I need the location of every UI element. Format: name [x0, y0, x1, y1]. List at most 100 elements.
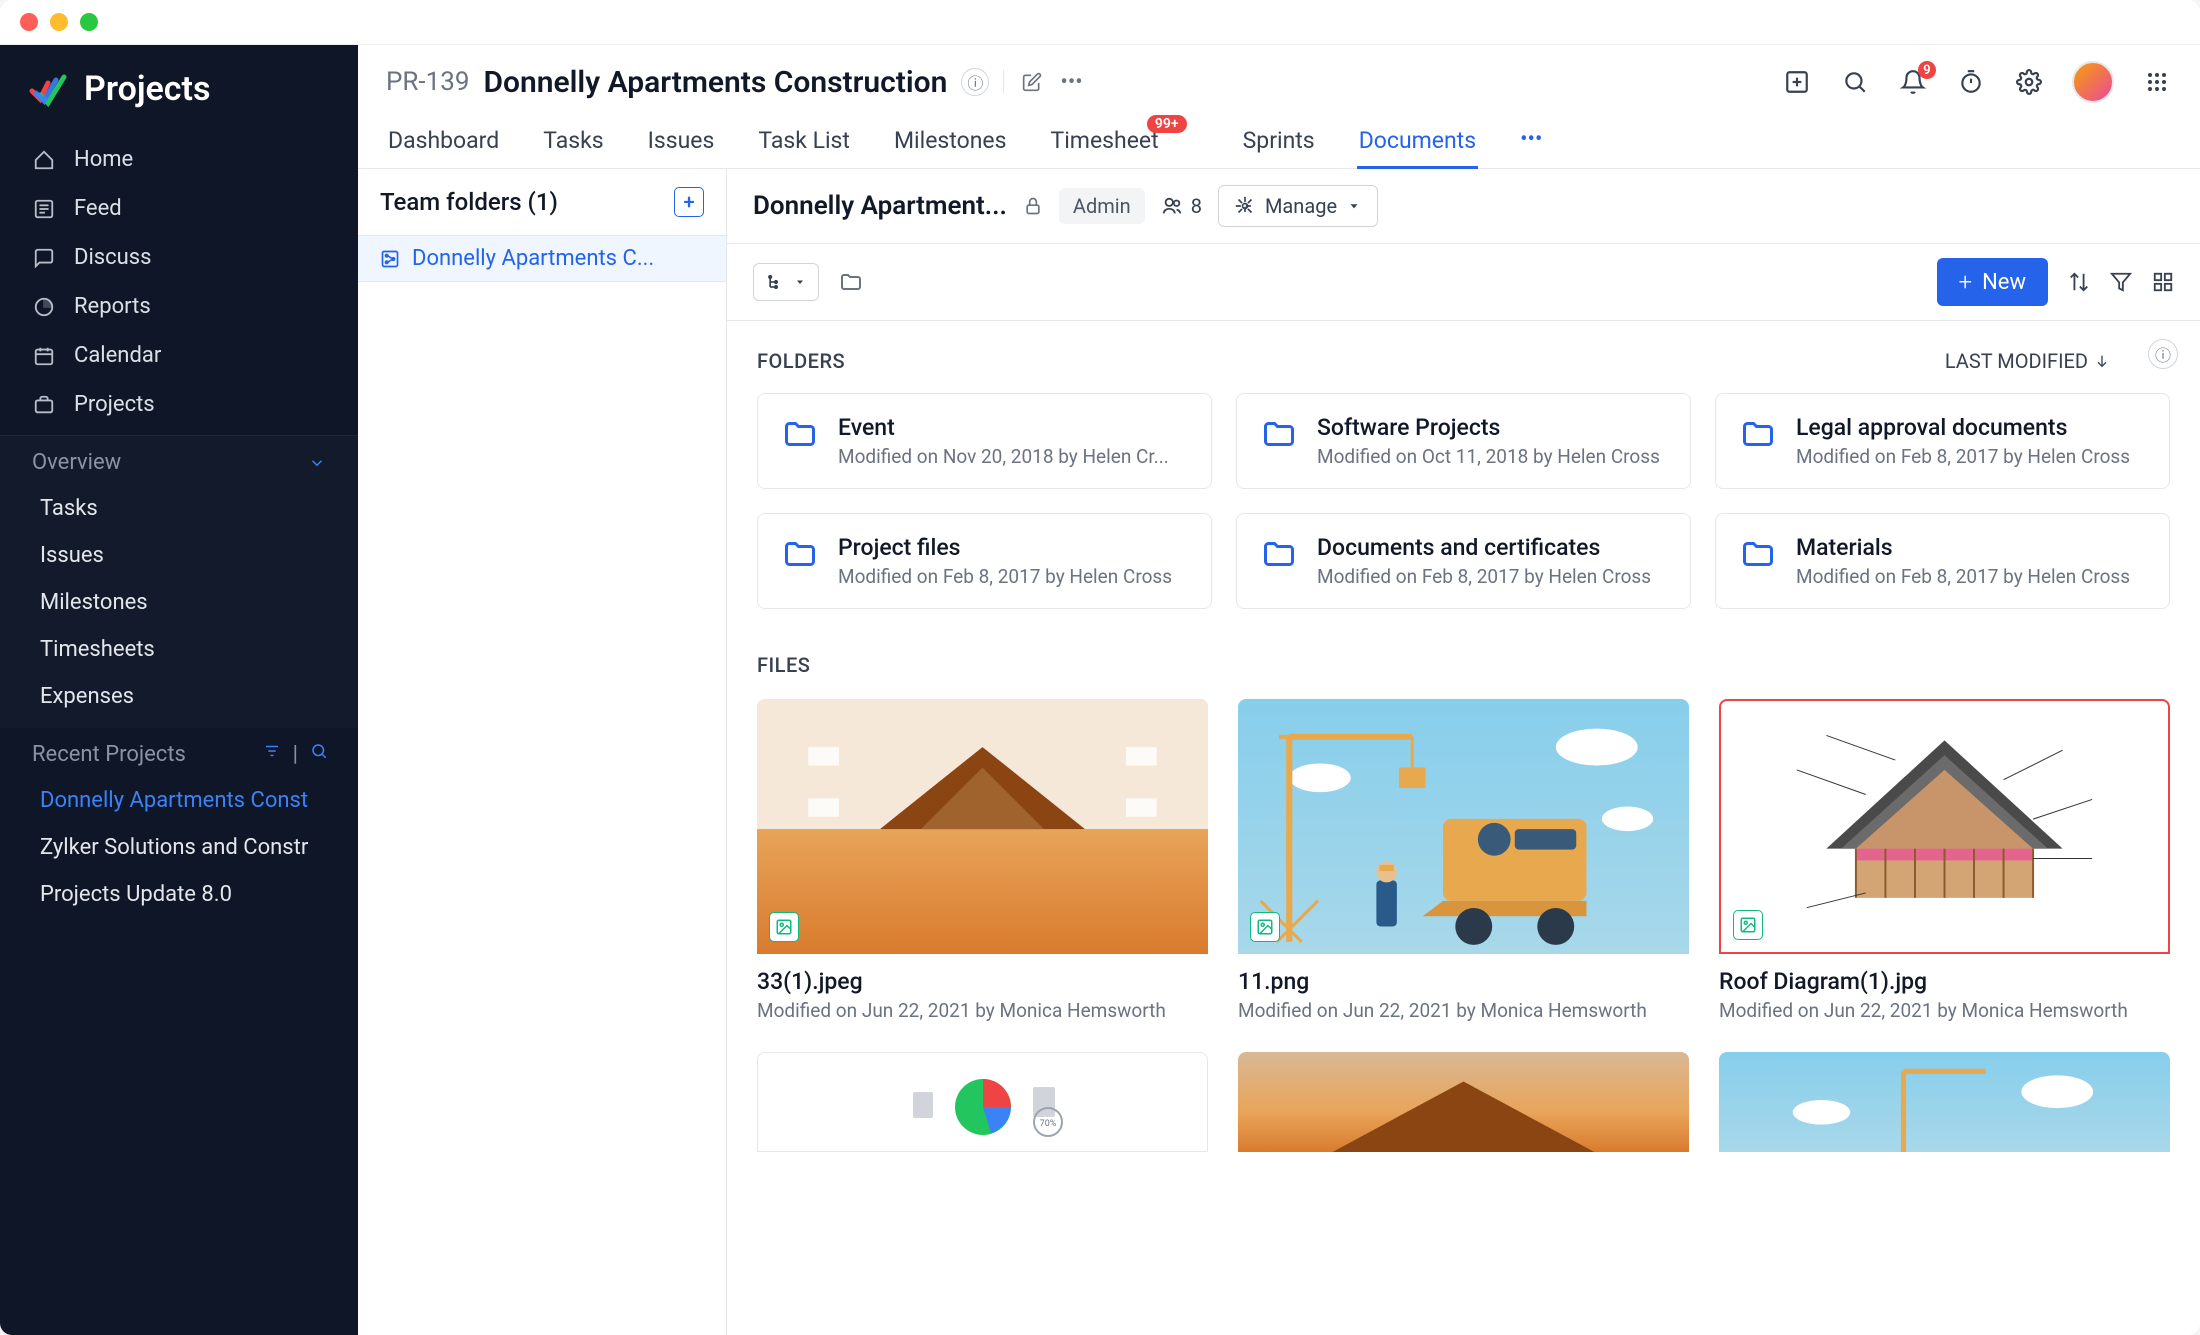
overview-expenses[interactable]: Expenses: [0, 673, 358, 720]
tab-timesheet[interactable]: Timesheet99+: [1048, 117, 1160, 168]
file-card[interactable]: [1719, 1052, 2170, 1152]
project-title: Donnelly Apartments Construction: [483, 65, 947, 100]
window-minimize[interactable]: [50, 13, 68, 31]
file-name: 11.png: [1238, 968, 1689, 995]
notifications-badge: 9: [1918, 61, 1936, 79]
overview-section-header[interactable]: Overview: [0, 436, 358, 485]
more-options[interactable]: •••: [1060, 70, 1082, 95]
file-name: 33(1).jpeg: [757, 968, 1208, 995]
folder-icon: [780, 534, 820, 574]
folder-name: Software Projects: [1317, 414, 1668, 441]
folder-view-icon[interactable]: [839, 270, 863, 294]
add-folder-button[interactable]: +: [674, 187, 704, 217]
folder-card[interactable]: Software ProjectsModified on Oct 11, 201…: [1236, 393, 1691, 489]
add-icon[interactable]: [1782, 67, 1812, 97]
overview-issues[interactable]: Issues: [0, 532, 358, 579]
grid-view-icon[interactable]: [2152, 271, 2174, 293]
tab-sprints[interactable]: Sprints: [1241, 117, 1317, 168]
briefcase-icon: [32, 393, 56, 417]
team-folders-label: Team folders (1): [380, 188, 558, 216]
file-card[interactable]: 70%: [757, 1052, 1208, 1152]
titlebar: [0, 0, 2200, 45]
logo-icon: [26, 67, 70, 111]
overview-tasks[interactable]: Tasks: [0, 485, 358, 532]
nav-feed[interactable]: Feed: [0, 184, 358, 233]
new-button[interactable]: +New: [1937, 258, 2048, 306]
image-type-icon: [1250, 912, 1280, 942]
folder-tree-icon: [380, 249, 400, 269]
admin-badge: Admin: [1059, 188, 1145, 224]
sort-icon[interactable]: [2068, 271, 2090, 293]
overview-milestones[interactable]: Milestones: [0, 579, 358, 626]
manage-button[interactable]: Manage: [1218, 185, 1378, 227]
image-type-icon: [769, 912, 799, 942]
tab-documents[interactable]: Documents: [1357, 117, 1478, 168]
nav-discuss[interactable]: Discuss: [0, 233, 358, 282]
recent-project-1[interactable]: Zylker Solutions and Constr: [0, 824, 358, 871]
svg-text:70%: 70%: [1039, 1119, 1056, 1129]
nav-projects[interactable]: Projects: [0, 380, 358, 429]
tabs-more[interactable]: •••: [1518, 117, 1544, 168]
folder-icon: [780, 414, 820, 454]
app-logo: Projects: [0, 45, 358, 129]
team-folder-item[interactable]: Donnelly Apartments C...: [358, 235, 726, 282]
file-card[interactable]: 11.png Modified on Jun 22, 2021 by Monica…: [1238, 699, 1689, 1022]
window-close[interactable]: [20, 13, 38, 31]
recent-project-0[interactable]: Donnelly Apartments Const: [0, 777, 358, 824]
settings-icon[interactable]: [2014, 67, 2044, 97]
folder-card[interactable]: Event Modified on Nov 20, 2018 by Helen C…: [757, 393, 1212, 489]
files-section-label: FILES: [757, 653, 2170, 677]
lock-icon: [1023, 196, 1043, 216]
nav-calendar[interactable]: Calendar: [0, 331, 358, 380]
window-maximize[interactable]: [80, 13, 98, 31]
bell-icon[interactable]: 9: [1898, 67, 1928, 97]
search-icon[interactable]: [1840, 67, 1870, 97]
file-meta: Modified on Jun 22, 2021 by Monica Hemsw…: [1719, 999, 2170, 1022]
overview-timesheets[interactable]: Timesheets: [0, 626, 358, 673]
tab-issues[interactable]: Issues: [646, 117, 717, 168]
app-name: Projects: [84, 69, 210, 109]
folder-name: Project files: [838, 534, 1189, 561]
folder-card[interactable]: MaterialsModified on Feb 8, 2017 by Hele…: [1715, 513, 2170, 609]
folder-meta: Modified on Feb 8, 2017 by Helen Cross: [1317, 565, 1668, 588]
folder-meta: Modified on Nov 20, 2018 by Helen Cr...: [838, 445, 1189, 468]
folder-meta: Modified on Feb 8, 2017 by Helen Cross: [1796, 565, 2147, 588]
recent-project-2[interactable]: Projects Update 8.0: [0, 871, 358, 918]
folder-icon: [1738, 534, 1778, 574]
folder-card[interactable]: Legal approval documentsModified on Feb …: [1715, 393, 2170, 489]
info-circle-icon[interactable]: ⓘ: [2148, 339, 2178, 369]
view-tree-button[interactable]: [753, 263, 819, 301]
tab-milestones[interactable]: Milestones: [892, 117, 1009, 168]
chat-icon: [32, 246, 56, 270]
folder-card[interactable]: Project filesModified on Feb 8, 2017 by …: [757, 513, 1212, 609]
tab-badge: 99+: [1147, 115, 1187, 133]
sort-toggle[interactable]: LAST MODIFIED: [1945, 349, 2110, 373]
folders-section-label: FOLDERS: [757, 349, 845, 373]
timer-icon[interactable]: [1956, 67, 1986, 97]
file-card[interactable]: Roof Diagram(1).jpg Modified on Jun 22, 2…: [1719, 699, 2170, 1022]
image-type-icon: [1733, 910, 1763, 940]
filter-icon[interactable]: [2110, 271, 2132, 293]
folder-icon: [1738, 414, 1778, 454]
user-avatar[interactable]: [2072, 61, 2114, 103]
folder-name: Event: [838, 414, 1189, 441]
tab-tasks[interactable]: Tasks: [541, 117, 605, 168]
nav-home[interactable]: Home: [0, 135, 358, 184]
folder-card[interactable]: Documents and certificatesModified on Fe…: [1236, 513, 1691, 609]
file-meta: Modified on Jun 22, 2021 by Monica Hemsw…: [1238, 999, 1689, 1022]
docs-title: Donnelly Apartment...: [753, 191, 1007, 221]
folder-meta: Modified on Feb 8, 2017 by Helen Cross: [1796, 445, 2147, 468]
file-card[interactable]: 33(1).jpegModified on Jun 22, 2021 by Mo…: [757, 699, 1208, 1022]
file-name: Roof Diagram(1).jpg: [1719, 968, 2170, 995]
info-icon[interactable]: ⓘ: [961, 68, 989, 96]
team-folders-panel: Team folders (1) + Donnelly Apartments C…: [358, 169, 727, 1335]
edit-icon[interactable]: [1018, 68, 1046, 96]
tab-dashboard[interactable]: Dashboard: [386, 117, 501, 168]
tab-tasklist[interactable]: Task List: [756, 117, 852, 168]
filter-icon[interactable]: [263, 742, 281, 767]
apps-icon[interactable]: [2142, 67, 2172, 97]
file-card[interactable]: [1238, 1052, 1689, 1152]
nav-reports[interactable]: Reports: [0, 282, 358, 331]
users-count[interactable]: 8: [1161, 194, 1202, 218]
search-icon[interactable]: [310, 742, 328, 767]
